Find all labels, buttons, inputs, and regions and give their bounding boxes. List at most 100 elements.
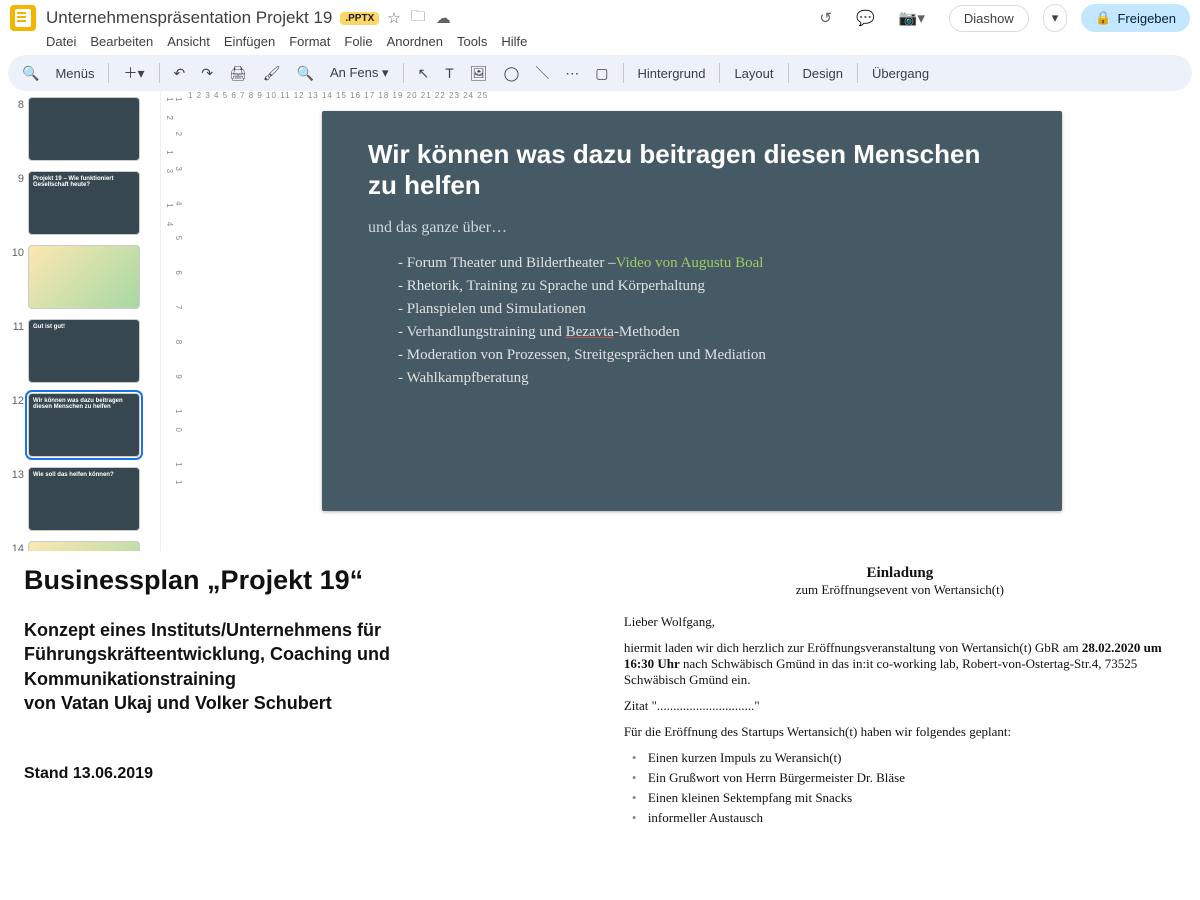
redo-icon[interactable]: ↷ — [195, 61, 219, 86]
comments-icon[interactable]: 💬 — [856, 9, 875, 27]
background-button[interactable]: Hintergrund — [632, 62, 712, 85]
thumbnail-row[interactable]: 14 — [10, 541, 156, 551]
slideshow-label: Diashow — [964, 11, 1014, 26]
pptx-badge: .PPTX — [340, 12, 379, 25]
document-title[interactable]: Unternehmenspräsentation Projekt 19 — [46, 8, 332, 28]
bp-stand: Stand 13.06.2019 — [24, 763, 604, 785]
slide-bullet[interactable]: Wahlkampfberatung — [398, 370, 1016, 387]
menu-anordnen[interactable]: Anordnen — [387, 34, 443, 49]
share-button[interactable]: 🔒 Freigeben — [1081, 4, 1190, 32]
slide-link[interactable]: Video von Augustu Boal — [616, 255, 764, 271]
invitation-subtitle: zum Eröffnungsevent von Wertansich(t) — [624, 582, 1176, 598]
invitation-body1: hiermit laden wir dich herzlich zur Eröf… — [624, 640, 1176, 688]
shape-icon[interactable]: ◯ — [498, 61, 526, 86]
star-icon[interactable]: ☆ — [387, 9, 400, 27]
bp-line3: Kommunikationstraining — [24, 669, 236, 689]
slide-subtitle[interactable]: und das ganze über… — [368, 219, 1016, 237]
bp-line4: von Vatan Ukaj und Volker Schubert — [24, 693, 332, 713]
slide-bullet[interactable]: Forum Theater und Bildertheater –Video v… — [398, 255, 1016, 272]
history-icon[interactable]: ↺ — [819, 9, 832, 27]
cloud-status-icon[interactable]: ☁ — [436, 9, 451, 27]
slide-bullet[interactable]: Planspielen und Simulationen — [398, 301, 1016, 318]
current-slide[interactable]: Wir können was dazu beitragen diesen Men… — [322, 111, 1062, 511]
zoom-select[interactable]: An Fens ▾ — [324, 61, 395, 85]
thumbnail-row[interactable]: 9Projekt 19 – Wie funktioniert Gesellsch… — [10, 171, 156, 235]
thumbnail-slide[interactable]: Wie soll das helfen können? — [28, 467, 140, 531]
slide-bullet-list[interactable]: Forum Theater und Bildertheater –Video v… — [368, 255, 1016, 387]
thumbnail-slide[interactable] — [28, 541, 140, 551]
canvas-area: 1 2 3 4 5 6 7 8 9 10 11 12 13 14 15 16 1… — [184, 91, 1200, 551]
slide-bullet[interactable]: Moderation von Prozessen, Streitgespräch… — [398, 347, 1016, 364]
invitation-bullet: informeller Austausch — [630, 810, 1176, 826]
image-icon[interactable]: 🖼 — [464, 61, 494, 86]
slideshow-dropdown[interactable]: ▾ — [1043, 4, 1068, 32]
inv-body1a: hiermit laden wir dich herzlich zur Eröf… — [624, 640, 1082, 655]
print-icon[interactable]: 🖨 — [223, 61, 253, 86]
present-icon[interactable]: ▢ — [589, 61, 614, 86]
thumbnail-row[interactable]: 11Gut ist gut! — [10, 319, 156, 383]
thumbnail-slide[interactable]: Wir können was dazu beitragen diesen Men… — [28, 393, 140, 457]
thumbnail-number: 8 — [10, 97, 28, 111]
invitation-body2: Für die Eröffnung des Startups Wertansic… — [624, 724, 1176, 740]
design-button[interactable]: Design — [797, 62, 849, 85]
thumbnail-slide[interactable]: Gut ist gut! — [28, 319, 140, 383]
slides-logo-icon[interactable] — [10, 5, 36, 31]
menu-hilfe[interactable]: Hilfe — [501, 34, 527, 49]
vertical-ruler — [160, 91, 184, 551]
businessplan-title: Businessplan „Projekt 19“ — [24, 565, 604, 596]
thumbnail-number: 11 — [10, 319, 28, 333]
move-icon[interactable]: 🗀 — [411, 6, 426, 31]
transition-button[interactable]: Übergang — [866, 62, 935, 85]
thumbnail-row[interactable]: 12Wir können was dazu beitragen diesen M… — [10, 393, 156, 457]
title-bar: Unternehmenspräsentation Projekt 19 .PPT… — [0, 0, 1200, 32]
horizontal-ruler: 1 2 3 4 5 6 7 8 9 10 11 12 13 14 15 16 1… — [184, 91, 1200, 111]
more-tools-icon[interactable]: ⋯ — [559, 61, 585, 86]
menu-einfuegen[interactable]: Einfügen — [224, 34, 275, 49]
invitation-bullet: Einen kleinen Sektempfang mit Snacks — [630, 790, 1176, 806]
thumbnail-slide[interactable] — [28, 97, 140, 161]
thumbnail-slide[interactable]: Projekt 19 – Wie funktioniert Gesellscha… — [28, 171, 140, 235]
inv-body1b: nach Schwäbisch Gmünd in das in:it co-wo… — [624, 656, 1137, 687]
meet-icon[interactable]: 📷▾ — [899, 9, 925, 27]
slide-thumbnails[interactable]: 8 9Projekt 19 – Wie funktioniert Gesellsc… — [0, 91, 160, 551]
slide-title[interactable]: Wir können was dazu beitragen diesen Men… — [368, 139, 1016, 201]
new-slide-button[interactable]: ＋▾ — [117, 59, 150, 87]
slide-bullet[interactable]: Verhandlungstraining und Bezavta-Methode… — [398, 324, 1016, 341]
zoom-icon[interactable]: 🔍 — [291, 61, 320, 86]
search-icon[interactable]: 🔍 — [16, 61, 45, 86]
invitation-document: Einladung zum Eröffnungsevent von Wertan… — [624, 565, 1176, 830]
select-tool-icon[interactable]: ↖ — [412, 61, 436, 86]
menus-button[interactable]: Menüs — [49, 62, 100, 85]
share-label: Freigeben — [1117, 11, 1176, 26]
invitation-bullets: Einen kurzen Impuls zu Weransich(t) Ein G… — [624, 750, 1176, 826]
thumbnail-number: 13 — [10, 467, 28, 481]
thumbnail-number: 10 — [10, 245, 28, 259]
thumbnail-slide[interactable] — [28, 245, 140, 309]
thumbnail-row[interactable]: 13Wie soll das helfen können? — [10, 467, 156, 531]
menu-datei[interactable]: Datei — [46, 34, 76, 49]
thumbnail-row[interactable]: 10 — [10, 245, 156, 309]
thumbnail-row[interactable]: 8 — [10, 97, 156, 161]
bp-line1: Konzept eines Instituts/Unternehmens für — [24, 620, 381, 640]
bp-line2: Führungskräfteentwicklung, Coaching und — [24, 644, 390, 664]
editor-body: 8 9Projekt 19 – Wie funktioniert Gesellsc… — [0, 91, 1200, 551]
paint-format-icon[interactable]: 🖌 — [257, 61, 287, 86]
layout-button[interactable]: Layout — [728, 62, 779, 85]
textbox-icon[interactable]: T — [439, 61, 460, 85]
invitation-bullet: Einen kurzen Impuls zu Weransich(t) — [630, 750, 1176, 766]
undo-icon[interactable]: ↶ — [168, 61, 192, 86]
invitation-bullet: Ein Grußwort von Herrn Bürgermeister Dr.… — [630, 770, 1176, 786]
line-icon[interactable]: ＼ — [529, 59, 555, 87]
slideshow-button[interactable]: Diashow — [949, 5, 1029, 32]
slide-bullet[interactable]: Rhetorik, Training zu Sprache und Körper… — [398, 278, 1016, 295]
google-slides-app: Unternehmenspräsentation Projekt 19 .PPT… — [0, 0, 1200, 551]
menu-bearbeiten[interactable]: Bearbeiten — [90, 34, 153, 49]
menu-format[interactable]: Format — [289, 34, 330, 49]
menu-folie[interactable]: Folie — [344, 34, 372, 49]
menu-tools[interactable]: Tools — [457, 34, 487, 49]
menu-ansicht[interactable]: Ansicht — [167, 34, 210, 49]
menu-bar: Datei Bearbeiten Ansicht Einfügen Format… — [0, 32, 1200, 55]
invitation-zitat: Zitat ".............................." — [624, 698, 1176, 714]
slide-underline: Bezavta — [566, 324, 614, 340]
thumbnail-number: 9 — [10, 171, 28, 185]
